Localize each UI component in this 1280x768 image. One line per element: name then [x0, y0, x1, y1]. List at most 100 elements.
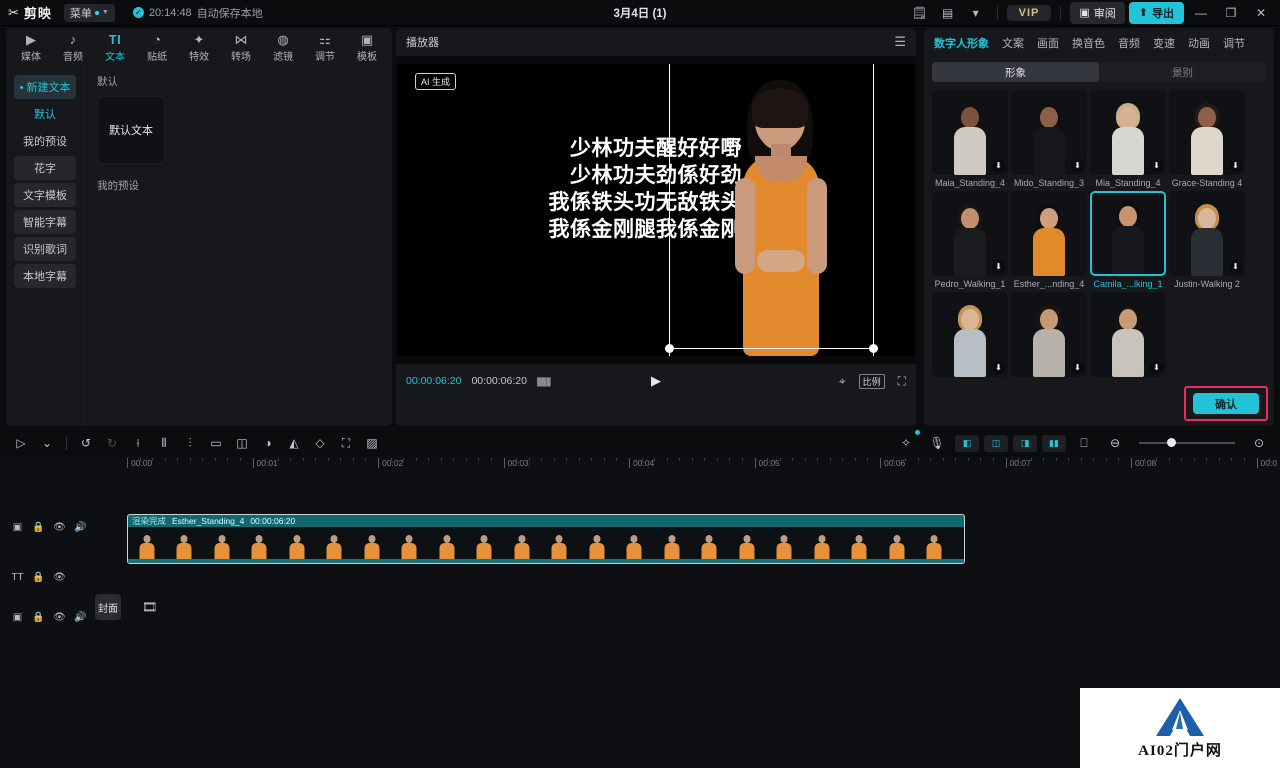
layout-icon[interactable]: ▤	[936, 3, 960, 23]
sidebar-item-文字模板[interactable]: 文字模板	[14, 183, 76, 207]
tab-转场[interactable]: ⋈ 转场	[220, 30, 262, 64]
avatar-thumbnail[interactable]	[1011, 191, 1087, 276]
attr-tab-换音色[interactable]: 换音色	[1072, 35, 1105, 51]
segment-形象[interactable]: 形象	[932, 62, 1099, 82]
avatar-thumbnail[interactable]: ⬇	[1090, 90, 1166, 175]
captions-icon[interactable]: 🗒	[908, 3, 932, 23]
layout-chevron-down-icon[interactable]: ▾	[964, 3, 988, 23]
avatar-thumbnail[interactable]	[1090, 191, 1166, 276]
speaker-icon[interactable]: 🔊	[74, 522, 86, 533]
vip-badge[interactable]: VIP	[1006, 4, 1052, 21]
tab-滤镜[interactable]: ◍ 滤镜	[262, 30, 304, 64]
attr-tab-音频[interactable]: 音频	[1118, 35, 1140, 51]
download-icon[interactable]: ⬇	[992, 361, 1005, 374]
reverse-button[interactable]: ◇	[307, 432, 333, 454]
sidebar-item-新建文本[interactable]: 新建文本	[14, 75, 76, 99]
download-icon[interactable]: ⬇	[1229, 159, 1242, 172]
resize-handle-bottom-left[interactable]	[665, 344, 674, 353]
eye-icon[interactable]: 👁	[53, 522, 66, 533]
split-button[interactable]: ⟊	[125, 432, 151, 454]
avatar-cell[interactable]: ⬇ Pedro_Walking_1	[932, 191, 1008, 289]
eye-icon[interactable]: 👁	[53, 572, 66, 583]
trim-start-button[interactable]: ⫴	[151, 432, 177, 454]
attr-tab-调节[interactable]: 调节	[1223, 35, 1245, 51]
lock-icon[interactable]: 🔒	[32, 612, 44, 623]
rotate-button[interactable]: ◑	[255, 432, 281, 454]
zoom-in-button[interactable]: ⊙	[1246, 432, 1272, 454]
select-dropdown-icon[interactable]: ⌄	[34, 432, 60, 454]
sidebar-item-默认[interactable]: 默认	[14, 102, 76, 126]
track-type-icon[interactable]: ▣	[12, 612, 23, 623]
confirm-button[interactable]: 确认	[1193, 393, 1259, 414]
record-button[interactable]: 🎙	[924, 432, 950, 454]
tab-调节[interactable]: ⚏ 调节	[304, 30, 346, 64]
timeline-ruler[interactable]: 00:00 00:01 00:02 00:03 00:04 00:05 00:06 00:07…	[0, 456, 1280, 472]
avatar-cell[interactable]: ⬇	[1090, 292, 1166, 380]
avatar-thumbnail[interactable]: ⬇	[932, 191, 1008, 276]
avatar-thumbnail[interactable]: ⬇	[1090, 292, 1166, 377]
attr-tab-文案[interactable]: 文案	[1002, 35, 1024, 51]
magic-wand-button[interactable]: ✧	[893, 430, 920, 454]
eye-icon[interactable]: 👁	[53, 612, 66, 623]
tab-特效[interactable]: ✦ 特效	[178, 30, 220, 64]
avatar-cell[interactable]: ⬇ Grace-Standing 4	[1169, 90, 1245, 188]
select-tool[interactable]: ▷	[8, 432, 34, 454]
avatar-thumbnail[interactable]: ⬇	[932, 90, 1008, 175]
sidebar-item-识别歌词[interactable]: 识别歌词	[14, 237, 76, 261]
review-button[interactable]: ▣ 审阅	[1070, 1, 1125, 24]
trim-end-button[interactable]: ⫶	[177, 432, 203, 454]
avatar-thumbnail[interactable]: ⬇	[1011, 292, 1087, 377]
redo-button[interactable]: ↻	[99, 432, 125, 454]
speaker-icon[interactable]: 🔊	[74, 612, 86, 623]
avatar-cell[interactable]: ⬇ Maia_Standing_4	[932, 90, 1008, 188]
sidebar-item-我的预设[interactable]: 我的预设	[14, 129, 76, 153]
preset-card-default-text[interactable]: 默认文本	[97, 96, 165, 164]
minimize-button[interactable]: —	[1188, 3, 1214, 23]
avatar-cell[interactable]: ⬇ Mido_Standing_3	[1011, 90, 1087, 188]
lock-icon[interactable]: 🔒	[32, 522, 44, 533]
download-icon[interactable]: ⬇	[1071, 159, 1084, 172]
tab-文本[interactable]: TI 文本	[94, 30, 136, 64]
sidebar-item-智能字幕[interactable]: 智能字幕	[14, 210, 76, 234]
avatar-thumbnail[interactable]: ⬇	[1169, 191, 1245, 276]
download-icon[interactable]: ⬇	[1071, 361, 1084, 374]
avatar-cell[interactable]: ⬇	[1011, 292, 1087, 380]
sidebar-item-花字[interactable]: 花字	[14, 156, 76, 180]
text-track-icon[interactable]: TT	[11, 572, 23, 583]
download-icon[interactable]: ⬇	[1150, 159, 1163, 172]
video-clip[interactable]: 渲染完成 Esther_Standing_4 00:00:06:20	[127, 514, 965, 564]
zoom-slider-knob[interactable]	[1167, 438, 1176, 447]
keyframe-icon[interactable]: ⎕	[1071, 432, 1097, 454]
film-icon[interactable]: 🎞	[142, 600, 157, 614]
video-canvas[interactable]: AI 生成 少林功夫醒好好嘢 少林功夫劲係好劲 我係铁头功无敌铁头功 我係金刚腿我係金…	[397, 64, 915, 356]
tab-贴纸[interactable]: ◔ 贴纸	[136, 30, 178, 64]
snap-right-button[interactable]: ◨	[1013, 434, 1037, 452]
close-button[interactable]: ✕	[1248, 3, 1274, 23]
maximize-button[interactable]: ❐	[1218, 3, 1244, 23]
menu-button[interactable]: 菜单 ▼	[63, 3, 115, 22]
snap-center-button[interactable]: ◫	[984, 434, 1008, 452]
cover-button[interactable]: 封面	[95, 594, 121, 620]
resize-handle-bottom-right[interactable]	[869, 344, 878, 353]
track-type-icon[interactable]: ▣	[12, 522, 23, 533]
avatar-cell[interactable]: ⬇	[932, 292, 1008, 380]
zoom-slider[interactable]	[1139, 438, 1235, 447]
download-icon[interactable]: ⬇	[992, 260, 1005, 273]
avatar-cell[interactable]: ⬇ Justin-Walking 2	[1169, 191, 1245, 289]
mirror-button[interactable]: ◫	[229, 432, 255, 454]
freeze-frame-button[interactable]: ▨	[359, 432, 385, 454]
download-icon[interactable]: ⬇	[1229, 260, 1242, 273]
attr-tab-动画[interactable]: 动画	[1188, 35, 1210, 51]
avatar-thumbnail[interactable]: ⬇	[932, 292, 1008, 377]
avatar-cell[interactable]: ⬇ Mia_Standing_4	[1090, 90, 1166, 188]
avatar-cell[interactable]: Esther_...nding_4	[1011, 191, 1087, 289]
snap-left-button[interactable]: ◧	[955, 434, 979, 452]
avatar-thumbnail[interactable]: ⬇	[1169, 90, 1245, 175]
tab-音频[interactable]: ♪ 音频	[52, 30, 94, 64]
crop-button[interactable]: ⛶	[333, 432, 359, 454]
play-button[interactable]: ▶	[396, 373, 916, 389]
hamburger-icon[interactable]: ☰	[894, 34, 906, 50]
attr-tab-画面[interactable]: 画面	[1037, 35, 1059, 51]
avatar-cell[interactable]: Camila_...lking_1	[1090, 191, 1166, 289]
download-icon[interactable]: ⬇	[1150, 361, 1163, 374]
